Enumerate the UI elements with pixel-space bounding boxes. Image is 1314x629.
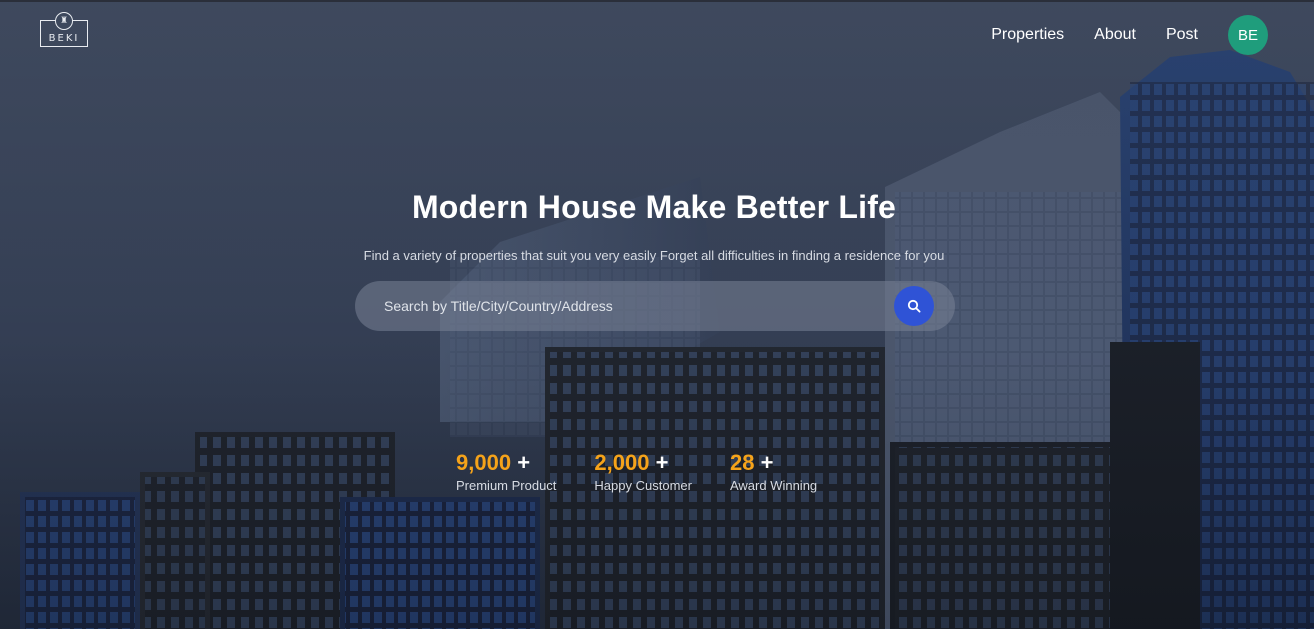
stat-value: 9,000 bbox=[456, 450, 512, 475]
hero-subtitle: Find a variety of properties that suit y… bbox=[363, 248, 945, 263]
hero-title: Modern House Make Better Life bbox=[411, 189, 897, 225]
stat-value: 28 bbox=[729, 450, 755, 475]
stat-happy-customer: 2,000 + Happy Customer bbox=[594, 450, 692, 493]
stat-premium-product: 9,000 + Premium Product bbox=[456, 450, 556, 493]
stat-label: Premium Product bbox=[456, 478, 557, 493]
stat-number: 28 + bbox=[730, 450, 817, 476]
brand-logo[interactable]: ♜ BEKI bbox=[40, 12, 90, 48]
stat-value: 2,000 bbox=[594, 450, 650, 475]
nav-properties-link[interactable]: Properties bbox=[991, 26, 1064, 44]
stat-plus: + bbox=[517, 450, 531, 475]
stat-label: Award Winning bbox=[729, 478, 818, 493]
stat-label: Happy Customer bbox=[594, 478, 692, 493]
stat-plus: + bbox=[760, 450, 774, 475]
search-bar bbox=[355, 281, 955, 331]
stats-row: 9,000 + Premium Product 2,000 + Happy Cu… bbox=[456, 450, 855, 493]
top-navigation: Properties About Post BE bbox=[991, 15, 1268, 55]
search-icon bbox=[907, 299, 921, 313]
nav-post-link[interactable]: Post bbox=[1166, 26, 1198, 44]
nav-about-link[interactable]: About bbox=[1094, 26, 1136, 44]
logo-text: BEKI bbox=[48, 33, 80, 44]
user-avatar[interactable]: BE bbox=[1228, 15, 1268, 55]
stat-number: 9,000 + bbox=[456, 450, 556, 476]
search-input[interactable] bbox=[355, 281, 885, 331]
stat-award-winning: 28 + Award Winning bbox=[730, 450, 817, 493]
page: ♜ BEKI Properties About Post BE Modern H… bbox=[0, 0, 1314, 629]
stat-number: 2,000 + bbox=[594, 450, 692, 476]
logo-emblem-icon: ♜ bbox=[55, 12, 73, 30]
search-button[interactable] bbox=[894, 286, 934, 326]
stat-plus: + bbox=[655, 450, 669, 475]
